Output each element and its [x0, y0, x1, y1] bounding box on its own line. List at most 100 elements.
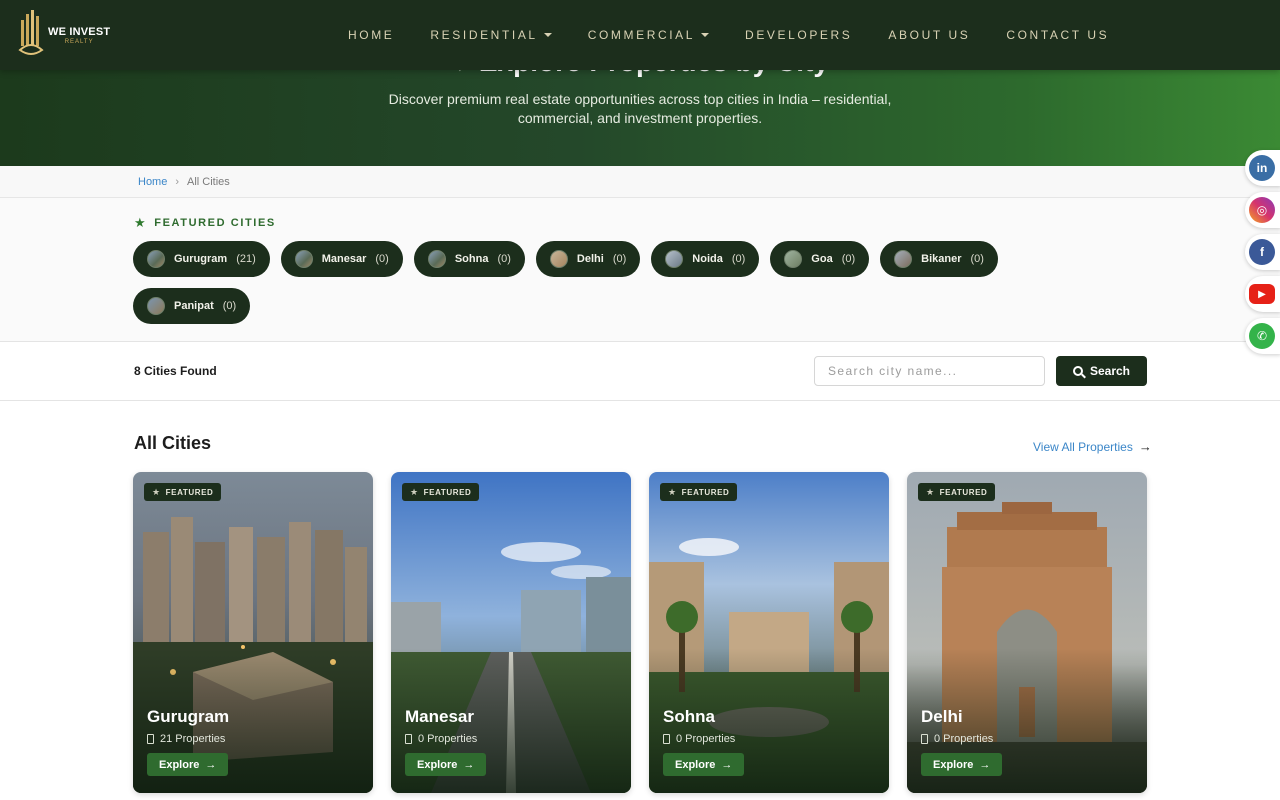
explore-label: Explore: [159, 758, 200, 771]
badge-label: FEATURED: [423, 487, 472, 497]
featured-cities-label: ★ FEATURED CITIES: [134, 215, 276, 231]
chip-name: Sohna: [454, 253, 489, 265]
chip-name: Noida: [692, 253, 723, 265]
social-facebook[interactable]: f: [1245, 234, 1280, 270]
city-chip-delhi[interactable]: Delhi (0): [535, 241, 641, 277]
nav-about-label: ABOUT US: [888, 28, 971, 42]
youtube-icon: ▶: [1249, 284, 1275, 304]
chip-name: Gurugram: [174, 253, 228, 265]
all-cities-title: All Cities: [134, 433, 212, 453]
logo-text: WE INVEST REALTY: [48, 26, 110, 45]
city-chip-sohna[interactable]: Sohna (0): [413, 241, 525, 277]
search-bar: 8 Cities Found Search: [0, 342, 1280, 401]
chip-name: Bikaner: [921, 253, 962, 265]
breadcrumb-inner: Home › All Cities: [138, 176, 230, 188]
city-card-gurugram[interactable]: ★ FEATURED Gurugram 21 Properties Explore…: [133, 472, 373, 793]
chip-count: (21): [236, 253, 256, 265]
nav-commercial[interactable]: COMMERCIAL: [570, 28, 727, 42]
city-card-sohna[interactable]: ★ FEATURED Sohna 0 Properties Explore →: [649, 472, 889, 793]
chip-count: (0): [731, 253, 746, 265]
breadcrumb-home[interactable]: Home: [138, 176, 167, 188]
chip-count: (0): [222, 300, 237, 312]
brand-tagline: REALTY: [64, 38, 94, 45]
city-chip-bikaner[interactable]: Bikaner (0): [880, 241, 998, 277]
social-instagram[interactable]: ◎: [1245, 192, 1280, 228]
facebook-icon: f: [1249, 239, 1275, 265]
city-card-manesar[interactable]: ★ FEATURED Manesar 0 Properties Explore →: [391, 472, 631, 793]
chip-name: Delhi: [576, 253, 604, 265]
breadcrumb-separator: ›: [175, 176, 180, 188]
chip-count: (0): [841, 253, 856, 265]
instagram-icon: ◎: [1249, 197, 1275, 223]
nav-contact-us[interactable]: CONTACT US: [988, 28, 1127, 42]
breadcrumb-current: All Cities: [187, 176, 230, 188]
featured-badge: ★ FEATURED: [918, 483, 996, 501]
nav-residential-label: RESIDENTIAL: [430, 28, 538, 42]
card-property-count: 0 Properties: [405, 733, 477, 745]
nav-residential[interactable]: RESIDENTIAL: [412, 28, 569, 42]
city-chip-manesar[interactable]: Manesar (0): [280, 241, 403, 277]
count-text: 0 Properties: [934, 733, 994, 745]
badge-label: FEATURED: [681, 487, 730, 497]
building-icon: [663, 734, 670, 744]
social-sidebar: in ◎ f ▶ ✆: [1245, 150, 1280, 354]
featured-badge: ★ FEATURED: [144, 483, 222, 501]
city-card-delhi[interactable]: ★ FEATURED Delhi 0 Properties Explore →: [907, 472, 1147, 793]
chip-name: Manesar: [321, 253, 367, 265]
nav-about-us[interactable]: ABOUT US: [870, 28, 988, 42]
cities-found-count: 8 Cities Found: [134, 364, 217, 378]
explore-button[interactable]: Explore →: [147, 753, 229, 776]
city-thumbnail-icon: [549, 250, 568, 268]
social-linkedin[interactable]: in: [1245, 150, 1280, 186]
star-icon: ★: [134, 215, 148, 230]
featured-badge: ★ FEATURED: [660, 483, 738, 501]
city-search-input[interactable]: [814, 356, 1045, 386]
chip-name: Goa: [811, 253, 833, 265]
hero-subtitle: Discover premium real estate opportuniti…: [388, 91, 892, 126]
card-city-name: Sohna: [663, 707, 715, 726]
explore-label: Explore: [417, 758, 458, 771]
city-thumbnail-icon: [147, 250, 165, 268]
explore-button[interactable]: Explore →: [921, 753, 1003, 776]
chip-count: (0): [970, 253, 984, 265]
search-button[interactable]: Search: [1056, 356, 1147, 386]
main-menu: HOME RESIDENTIAL COMMERCIAL DEVELOPERS A…: [330, 0, 1127, 70]
nav-developers[interactable]: DEVELOPERS: [727, 28, 870, 42]
logo-mark-icon: [18, 10, 44, 55]
arrow-right-icon: →: [1138, 439, 1152, 454]
card-city-name: Manesar: [405, 707, 474, 726]
city-thumbnail-icon: [427, 250, 446, 268]
city-thumbnail-icon: [894, 250, 913, 268]
view-all-label: View All Properties: [1033, 439, 1133, 454]
featured-city-chips: Gurugram (21) Manesar (0) Sohna (0) Delhi (0…: [133, 241, 1033, 324]
social-youtube[interactable]: ▶: [1245, 276, 1280, 312]
search-button-label: Search: [1089, 364, 1131, 378]
card-city-name: Delhi: [921, 707, 963, 726]
star-icon: ★: [410, 486, 419, 497]
arrow-right-icon: →: [979, 758, 991, 771]
explore-button[interactable]: Explore →: [663, 753, 745, 776]
city-chip-goa[interactable]: Goa (0): [770, 241, 870, 277]
arrow-right-icon: →: [463, 758, 475, 771]
building-icon: [921, 734, 928, 744]
search-icon: [1072, 366, 1083, 376]
nav-commercial-label: COMMERCIAL: [587, 28, 696, 42]
nav-home-label: HOME: [348, 28, 395, 42]
city-chip-gurugram[interactable]: Gurugram (21): [133, 241, 270, 277]
badge-label: FEATURED: [939, 487, 988, 497]
explore-button[interactable]: Explore →: [405, 753, 487, 776]
city-chip-noida[interactable]: Noida (0): [651, 241, 760, 277]
brand-logo[interactable]: WE INVEST REALTY: [18, 9, 118, 61]
city-chip-panipat[interactable]: Panipat (0): [133, 288, 251, 324]
linkedin-icon: in: [1249, 155, 1275, 181]
city-thumbnail-icon: [665, 250, 684, 268]
view-all-properties-link[interactable]: View All Properties →: [1033, 439, 1152, 454]
count-text: 21 Properties: [160, 733, 226, 745]
explore-label: Explore: [933, 758, 974, 771]
social-whatsapp[interactable]: ✆: [1245, 318, 1280, 354]
card-property-count: 0 Properties: [921, 733, 993, 745]
card-property-count: 0 Properties: [663, 733, 735, 745]
brand-name: WE INVEST: [48, 25, 111, 38]
nav-home[interactable]: HOME: [330, 28, 412, 42]
city-thumbnail-icon: [294, 250, 313, 268]
